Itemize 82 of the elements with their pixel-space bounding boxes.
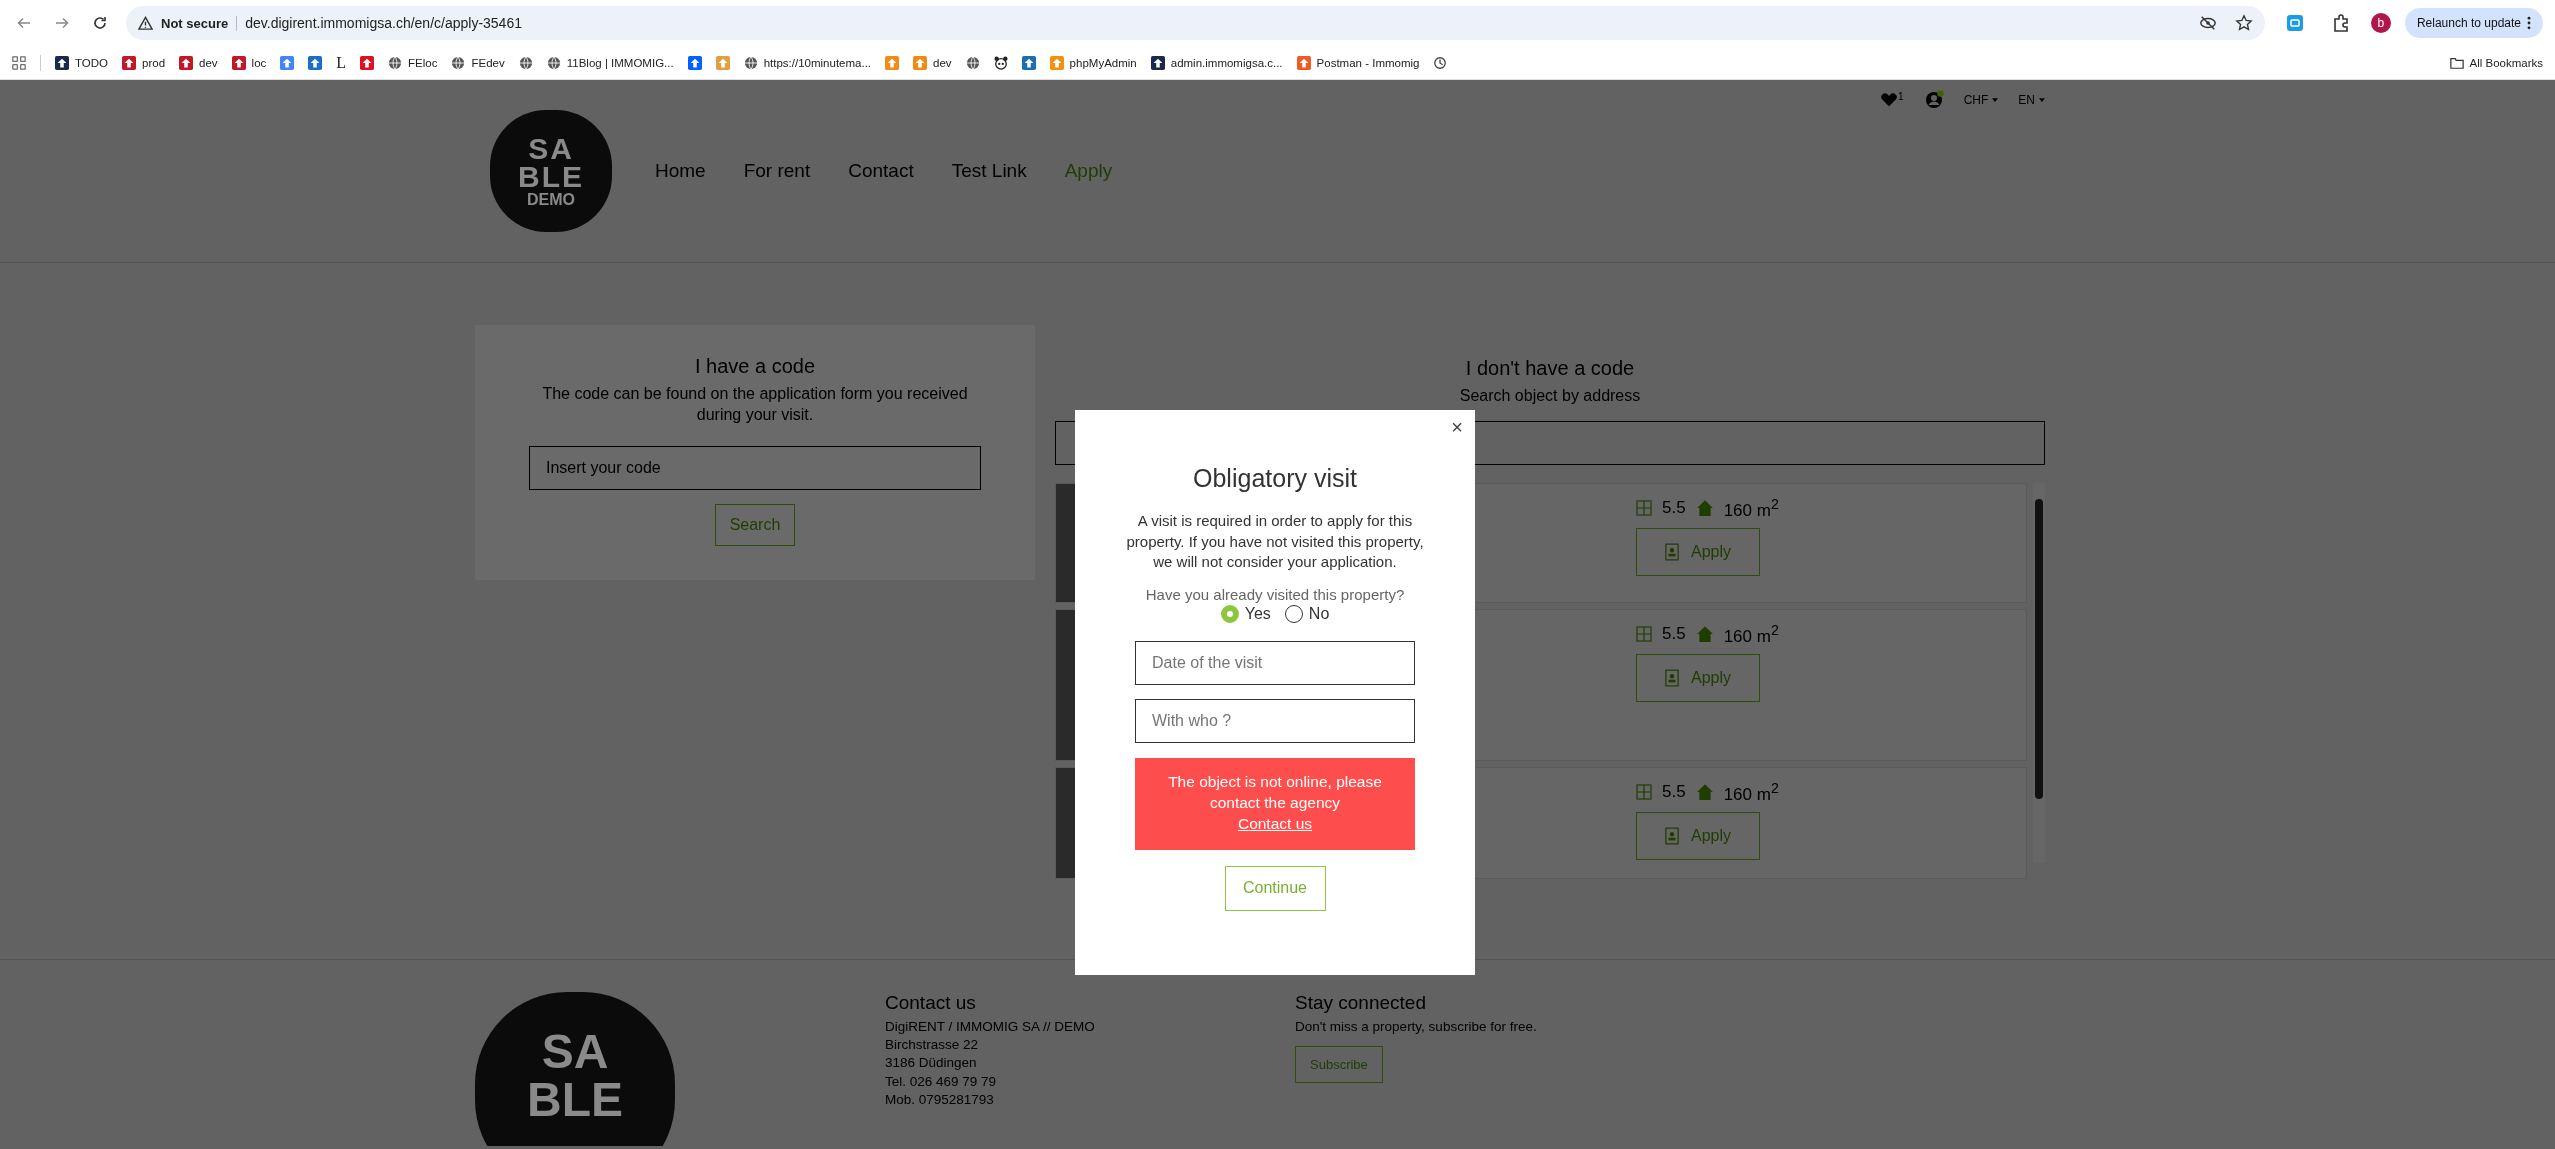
globe-icon (451, 55, 466, 70)
nav-link[interactable]: Contact (848, 160, 914, 182)
reload-icon[interactable] (92, 15, 108, 31)
currency-dropdown[interactable]: CHF (1963, 93, 1999, 107)
url-text: dev.digirent.immomigsa.ch/en/c/apply-35461 (245, 15, 522, 31)
document-icon (1665, 827, 1679, 846)
floor-plan-icon (1636, 626, 1652, 643)
apps-grid-icon[interactable] (12, 55, 26, 70)
clock-icon (1433, 55, 1448, 70)
dialog-message: A visit is required in order to apply for this property. If you have not visited this property, we will not consider your application. (1125, 511, 1425, 573)
globe-icon (388, 55, 403, 70)
site-logo[interactable]: SA BLE DEMO (490, 110, 612, 232)
code-title: I have a code (694, 355, 816, 378)
rooms-count: 5.5 (1662, 624, 1686, 645)
back-icon[interactable] (16, 15, 32, 31)
visit-date-field[interactable]: Date of the visit (1135, 640, 1415, 685)
area-value: 160 m$^{2}$ (1723, 779, 1779, 805)
newsletter-text: Don't miss a property, subscribe for free. (1295, 1018, 1538, 1036)
bookmark-item[interactable]: prod (122, 55, 166, 70)
star-icon[interactable] (2234, 14, 2253, 32)
caret-icon (2039, 98, 2045, 102)
bookmark-item[interactable]: https://10minutema... (743, 55, 872, 70)
account-icon[interactable] (1923, 90, 1944, 110)
bookmark-item[interactable]: FEdev (451, 55, 505, 70)
contact-line: Tel. 026 469 79 79 (885, 1072, 998, 1091)
address-bar[interactable]: Not secure dev.digirent.immomigsa.ch/en/c/apply-35461 (126, 6, 2265, 40)
code-description: The code can be found on the application form you received during your visit. (541, 384, 969, 425)
code-input-field[interactable]: Insert your code (529, 445, 981, 490)
panda-icon (993, 55, 1008, 70)
bookmark-item[interactable]: admin.immomigsa.c... (1150, 55, 1283, 70)
bookmark-item[interactable] (993, 55, 1008, 70)
nav-link[interactable]: For rent (743, 160, 811, 182)
globe-icon (965, 55, 980, 70)
close-button[interactable]: × (1445, 414, 1469, 441)
warning-icon (138, 15, 153, 31)
globe-icon (518, 55, 533, 70)
stay-connected-heading: Stay connected (1295, 992, 1427, 1014)
scrollbar[interactable] (2033, 482, 2045, 863)
language-dropdown[interactable]: EN (2018, 93, 2045, 107)
search-title: I don't have a code (1465, 357, 1635, 380)
bookmark-item[interactable]: 11Blog | IMMOMIG... (546, 55, 674, 70)
globe-icon (546, 55, 561, 70)
floor-plan-icon (1636, 784, 1652, 801)
relaunch-button[interactable]: Relaunch to update (2404, 8, 2543, 38)
visit-question: Have you already visited this property? (1145, 585, 1405, 605)
area-value: 160 m$^{2}$ (1723, 621, 1779, 647)
search-subtitle: Search object by address (1459, 386, 1641, 406)
contact-line: Birchstrasse 22 (885, 1036, 980, 1055)
bookmark-item[interactable]: Postman - Immomig (1296, 55, 1420, 70)
nav-link[interactable]: Home (655, 160, 706, 182)
document-icon (1665, 543, 1679, 562)
globe-icon (743, 55, 758, 70)
area-value: 160 m$^{2}$ (1723, 495, 1779, 521)
profile-avatar[interactable]: b (2370, 13, 2391, 33)
security-label: Not secure (161, 15, 238, 31)
folder-icon (2449, 55, 2464, 70)
floor-plan-icon (1636, 500, 1652, 517)
eye-slash-icon[interactable] (2198, 14, 2217, 32)
more-icon (2527, 16, 2531, 30)
extension-icon[interactable] (2284, 13, 2305, 33)
bookmark-item[interactable]: loc (231, 55, 267, 70)
contact-line: DigiRENT / IMMOMIG SA // DEMO (885, 1018, 1096, 1036)
bookmark-item[interactable]: FEloc (388, 55, 438, 70)
bookmark-item[interactable] (1433, 55, 1448, 70)
rooms-count: 5.5 (1662, 498, 1686, 519)
alert-message: The object is not online, please contact the agency (1167, 772, 1383, 814)
visit-companion-field[interactable]: With who ? (1135, 698, 1415, 743)
forward-icon[interactable] (54, 15, 70, 31)
contact-line: 3186 Düdingen (885, 1054, 978, 1073)
bookmark-item[interactable]: phpMyAdmin (1049, 55, 1137, 70)
bookmark-item[interactable]: TODO (55, 55, 108, 70)
contact-line: Mob. 0795281793 (885, 1090, 995, 1109)
footer-logo: SA BLE (475, 992, 675, 1146)
rooms-count: 5.5 (1662, 782, 1686, 803)
bookmark-item[interactable]: L (336, 53, 347, 72)
document-icon (1665, 669, 1679, 688)
contact-heading: Contact us (885, 992, 977, 1014)
bookmark-item[interactable]: dev (913, 55, 952, 70)
all-bookmarks-item[interactable]: All Bookmarks (2449, 55, 2543, 70)
caret-icon (1992, 98, 1999, 102)
bookmark-item[interactable]: dev (179, 55, 218, 70)
nav-link[interactable]: Test Link (951, 160, 1027, 182)
